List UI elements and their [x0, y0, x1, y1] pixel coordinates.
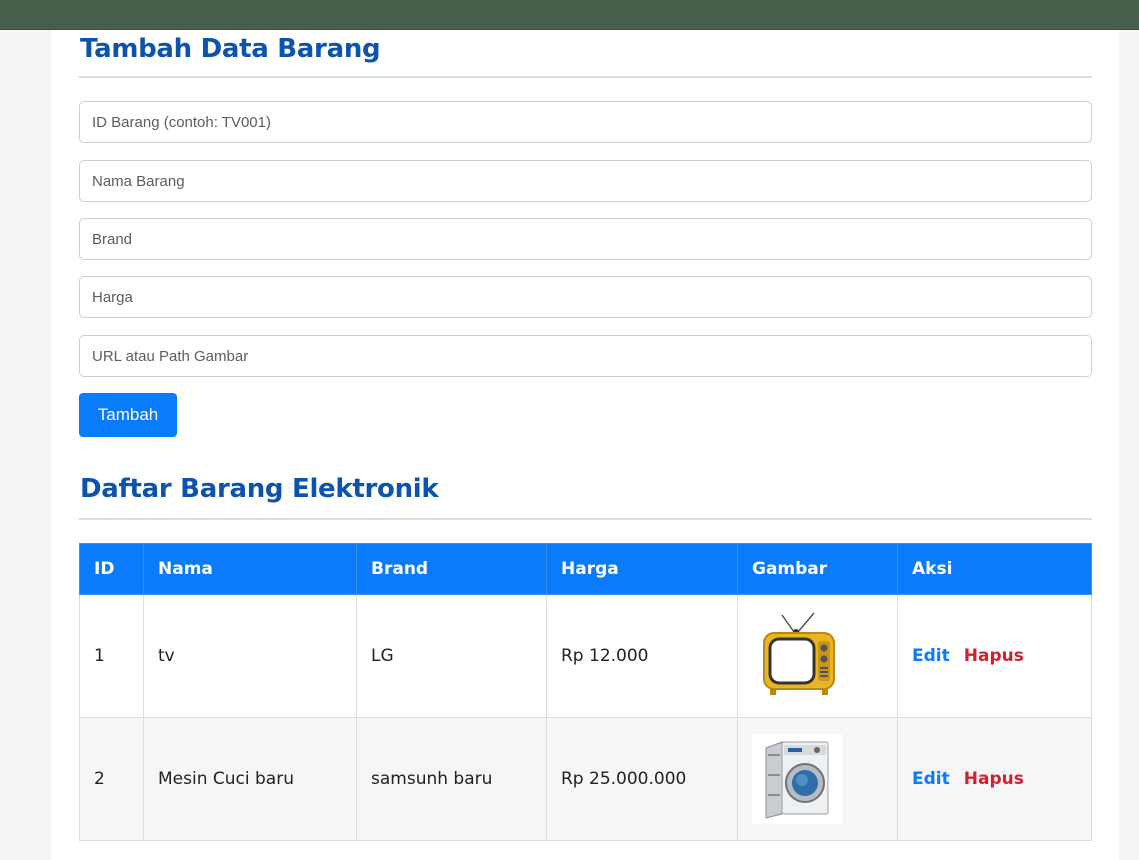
form-heading: Tambah Data Barang	[80, 34, 381, 64]
top-bar	[0, 0, 1139, 30]
nama-barang-input[interactable]	[79, 160, 1092, 202]
cell-harga: Rp 12.000	[546, 594, 738, 718]
table-row: 2 Mesin Cuci baru samsunh baru Rp 25.000…	[79, 717, 1092, 841]
tambah-button[interactable]: Tambah	[79, 393, 177, 437]
cell-gambar	[737, 594, 898, 718]
edit-link[interactable]: Edit	[912, 769, 950, 789]
column-header-aksi: Aksi	[897, 543, 1092, 595]
gambar-url-input[interactable]	[79, 335, 1092, 377]
column-header-gambar: Gambar	[737, 543, 898, 595]
harga-input[interactable]	[79, 276, 1092, 318]
table-row: 1 tv LG Rp 12.000 Edit Hapus	[79, 594, 1092, 718]
items-table: ID Nama Brand Harga Gambar Aksi 1 tv LG …	[79, 543, 1092, 841]
table-header-row: ID Nama Brand Harga Gambar Aksi	[79, 543, 1092, 595]
hapus-link[interactable]: Hapus	[964, 646, 1024, 666]
cell-id: 2	[79, 717, 144, 841]
cell-nama: Mesin Cuci baru	[143, 717, 357, 841]
brand-input[interactable]	[79, 218, 1092, 260]
hapus-link[interactable]: Hapus	[964, 769, 1024, 789]
cell-gambar	[737, 717, 898, 841]
divider	[79, 76, 1092, 78]
divider	[79, 518, 1092, 520]
cell-brand: samsunh baru	[356, 717, 547, 841]
cell-harga: Rp 25.000.000	[546, 717, 738, 841]
cell-aksi: Edit Hapus	[897, 717, 1092, 841]
cell-aksi: Edit Hapus	[897, 594, 1092, 718]
main-card: Tambah Data Barang Tambah Daftar Barang …	[51, 30, 1119, 860]
column-header-harga: Harga	[546, 543, 738, 595]
column-header-brand: Brand	[356, 543, 547, 595]
cell-nama: tv	[143, 594, 357, 718]
column-header-id: ID	[79, 543, 144, 595]
list-heading: Daftar Barang Elektronik	[80, 474, 439, 504]
cell-id: 1	[79, 594, 144, 718]
cell-brand: LG	[356, 594, 547, 718]
retro-tv-image	[752, 611, 842, 701]
column-header-nama: Nama	[143, 543, 357, 595]
washing-machine-image	[752, 734, 842, 824]
id-barang-input[interactable]	[79, 101, 1092, 143]
edit-link[interactable]: Edit	[912, 646, 950, 666]
